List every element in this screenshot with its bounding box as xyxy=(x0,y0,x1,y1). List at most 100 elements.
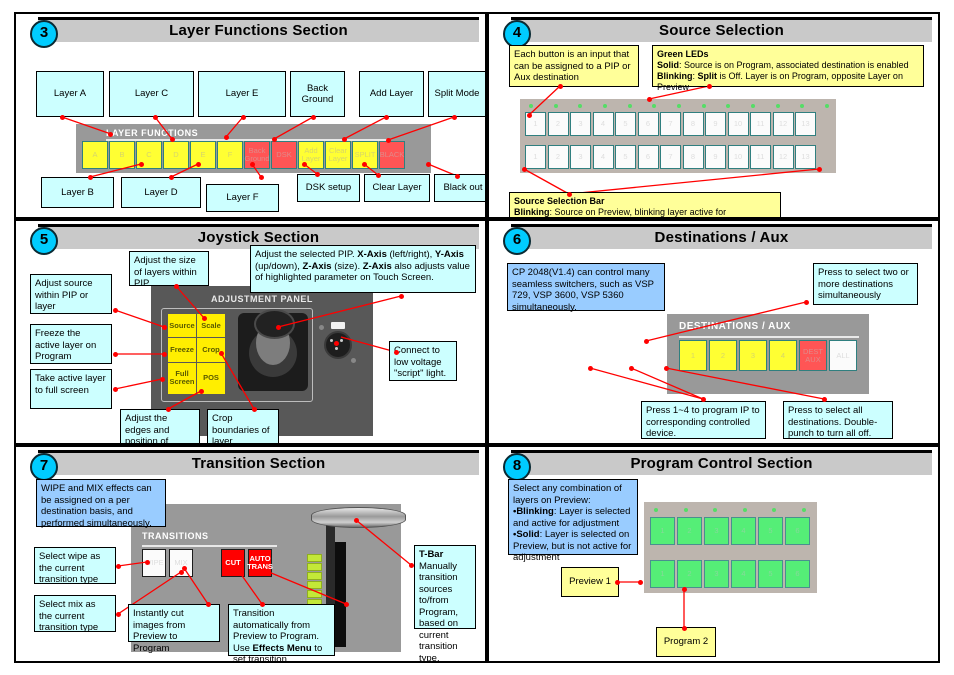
section-header: Program Control Section 8 xyxy=(489,447,938,481)
program-layer-button-1[interactable]: 1 xyxy=(650,560,675,588)
button-label: Freeze xyxy=(170,344,194,354)
leader-dot xyxy=(354,518,359,523)
layer-button-a[interactable]: A xyxy=(82,141,108,169)
preview-layer-button-1[interactable]: 1 xyxy=(650,517,675,545)
background-button[interactable]: Back Ground xyxy=(244,141,270,169)
program-layer-button-2[interactable]: 2 xyxy=(677,560,702,588)
leader-dot xyxy=(384,115,389,120)
leader-dot xyxy=(376,173,381,178)
leader-dot xyxy=(252,407,257,412)
all-destinations-button[interactable]: ALL xyxy=(829,340,857,371)
preview-layer-button-3[interactable]: 3 xyxy=(704,517,729,545)
button-label: SPLIT xyxy=(354,150,376,159)
source-button-b3[interactable]: 3 xyxy=(570,145,591,169)
program-layer-button-6[interactable]: 6 xyxy=(785,560,810,588)
callout-green-leds: Green LEDs Solid: Source is on Program, … xyxy=(652,45,924,92)
preview-layer-button-5[interactable]: 5 xyxy=(758,517,783,545)
clear-layer-button[interactable]: Clear Layer xyxy=(325,141,351,169)
source-button-b1[interactable]: 1 xyxy=(525,145,546,169)
button-label: 1 xyxy=(690,350,696,360)
destination-button-2[interactable]: 2 xyxy=(709,340,737,371)
leader-dot xyxy=(272,137,277,142)
source-button-9[interactable]: 9 xyxy=(705,112,726,136)
layer-button-f[interactable]: F xyxy=(217,141,243,169)
program-layer-button-3[interactable]: 3 xyxy=(704,560,729,588)
leader-dot xyxy=(260,602,265,607)
source-button-b7[interactable]: 7 xyxy=(660,145,681,169)
leader-dot xyxy=(139,162,144,167)
source-button-6[interactable]: 6 xyxy=(637,112,659,136)
preview-layer-button-4[interactable]: 4 xyxy=(731,517,756,545)
button-label: 4 xyxy=(600,152,606,161)
leader-dot xyxy=(315,172,320,177)
button-label: A xyxy=(92,150,98,159)
callout-layer-d: Layer D xyxy=(121,177,201,208)
source-button-7[interactable]: 7 xyxy=(660,112,681,136)
callout-layer-a: Layer A xyxy=(36,71,104,117)
source-button-b8[interactable]: 8 xyxy=(682,145,704,169)
t-bar-handle[interactable] xyxy=(311,507,406,528)
leader-dot xyxy=(206,602,211,607)
source-button-b5[interactable]: 5 xyxy=(615,145,636,169)
button-label: 7 xyxy=(668,119,673,128)
source-button-b11[interactable]: 11 xyxy=(750,145,771,169)
source-button-b6[interactable]: 6 xyxy=(637,145,659,169)
freeze-button[interactable]: Freeze xyxy=(168,338,196,362)
page-title: Source Selection xyxy=(659,22,784,39)
destination-button-1[interactable]: 1 xyxy=(679,340,707,371)
auto-trans-button[interactable]: AUTO TRANS xyxy=(247,549,273,577)
source-button-2[interactable]: 2 xyxy=(547,112,569,136)
full-screen-button[interactable]: Full Screen xyxy=(168,362,196,394)
callout-term: Z-Axis xyxy=(362,260,392,272)
preview-layer-button-2[interactable]: 2 xyxy=(677,517,702,545)
button-label: DEST AUX xyxy=(802,346,823,364)
source-button-3[interactable]: 3 xyxy=(570,112,591,136)
button-label: AUTO TRANS xyxy=(247,554,273,571)
leader-dot xyxy=(629,366,634,371)
source-button-b13[interactable]: 13 xyxy=(795,145,816,169)
crop-button[interactable]: Crop xyxy=(197,338,225,362)
button-label: 2 xyxy=(720,350,726,360)
source-button-5[interactable]: 5 xyxy=(615,112,636,136)
leader-dot xyxy=(202,316,207,321)
preview-layer-button-6[interactable]: 6 xyxy=(785,517,810,545)
callout-text: Select any combination of layers on Prev… xyxy=(513,483,622,506)
layer-button-d[interactable]: D xyxy=(163,141,189,169)
source-button-13[interactable]: 13 xyxy=(795,112,816,136)
program-layer-button-5[interactable]: 5 xyxy=(758,560,783,588)
leader-dot xyxy=(817,167,822,172)
source-button[interactable]: Source xyxy=(168,314,196,338)
source-button-4[interactable]: 4 xyxy=(592,112,614,136)
source-button-11[interactable]: 11 xyxy=(750,112,771,136)
callout-black-out: Black out xyxy=(434,174,485,202)
button-label: 3 xyxy=(750,350,756,360)
leader-dot xyxy=(822,397,827,402)
source-button-8[interactable]: 8 xyxy=(682,112,704,136)
destination-button-3[interactable]: 3 xyxy=(739,340,767,371)
source-button-10[interactable]: 10 xyxy=(727,112,749,136)
callout-heading: T-Bar xyxy=(419,549,444,560)
cut-button[interactable]: CUT xyxy=(221,549,245,577)
page-title: Layer Functions Section xyxy=(169,22,348,39)
source-button-12[interactable]: 12 xyxy=(772,112,794,136)
source-button-b12[interactable]: 12 xyxy=(772,145,794,169)
callout-select-wipe: Select wipe as the current transition ty… xyxy=(34,547,116,585)
source-leds xyxy=(529,104,829,108)
layer-button-b[interactable]: B xyxy=(109,141,135,169)
joystick-knob[interactable] xyxy=(254,309,295,339)
callout-text: Each button is an input that can be assi… xyxy=(514,49,631,83)
ladder-segment xyxy=(307,581,322,589)
black-button[interactable]: BLACK xyxy=(379,141,405,169)
callout-xlr-light: Connect to low voltage "script" light. xyxy=(389,341,457,381)
button-label: 2 xyxy=(687,569,692,578)
source-button-b4[interactable]: 4 xyxy=(592,145,614,169)
source-button-b10[interactable]: 10 xyxy=(727,145,749,169)
program-layer-button-4[interactable]: 4 xyxy=(731,560,756,588)
layer-button-e[interactable]: E xyxy=(190,141,216,169)
source-button-b2[interactable]: 2 xyxy=(547,145,569,169)
source-button-b9[interactable]: 9 xyxy=(705,145,726,169)
destination-button-4[interactable]: 4 xyxy=(769,340,797,371)
dsk-button[interactable]: DSK xyxy=(271,141,297,169)
dest-aux-button[interactable]: DEST AUX xyxy=(799,340,827,371)
callout-joystick-axes: Adjust the selected PIP. X-Axis (left/ri… xyxy=(250,245,476,293)
